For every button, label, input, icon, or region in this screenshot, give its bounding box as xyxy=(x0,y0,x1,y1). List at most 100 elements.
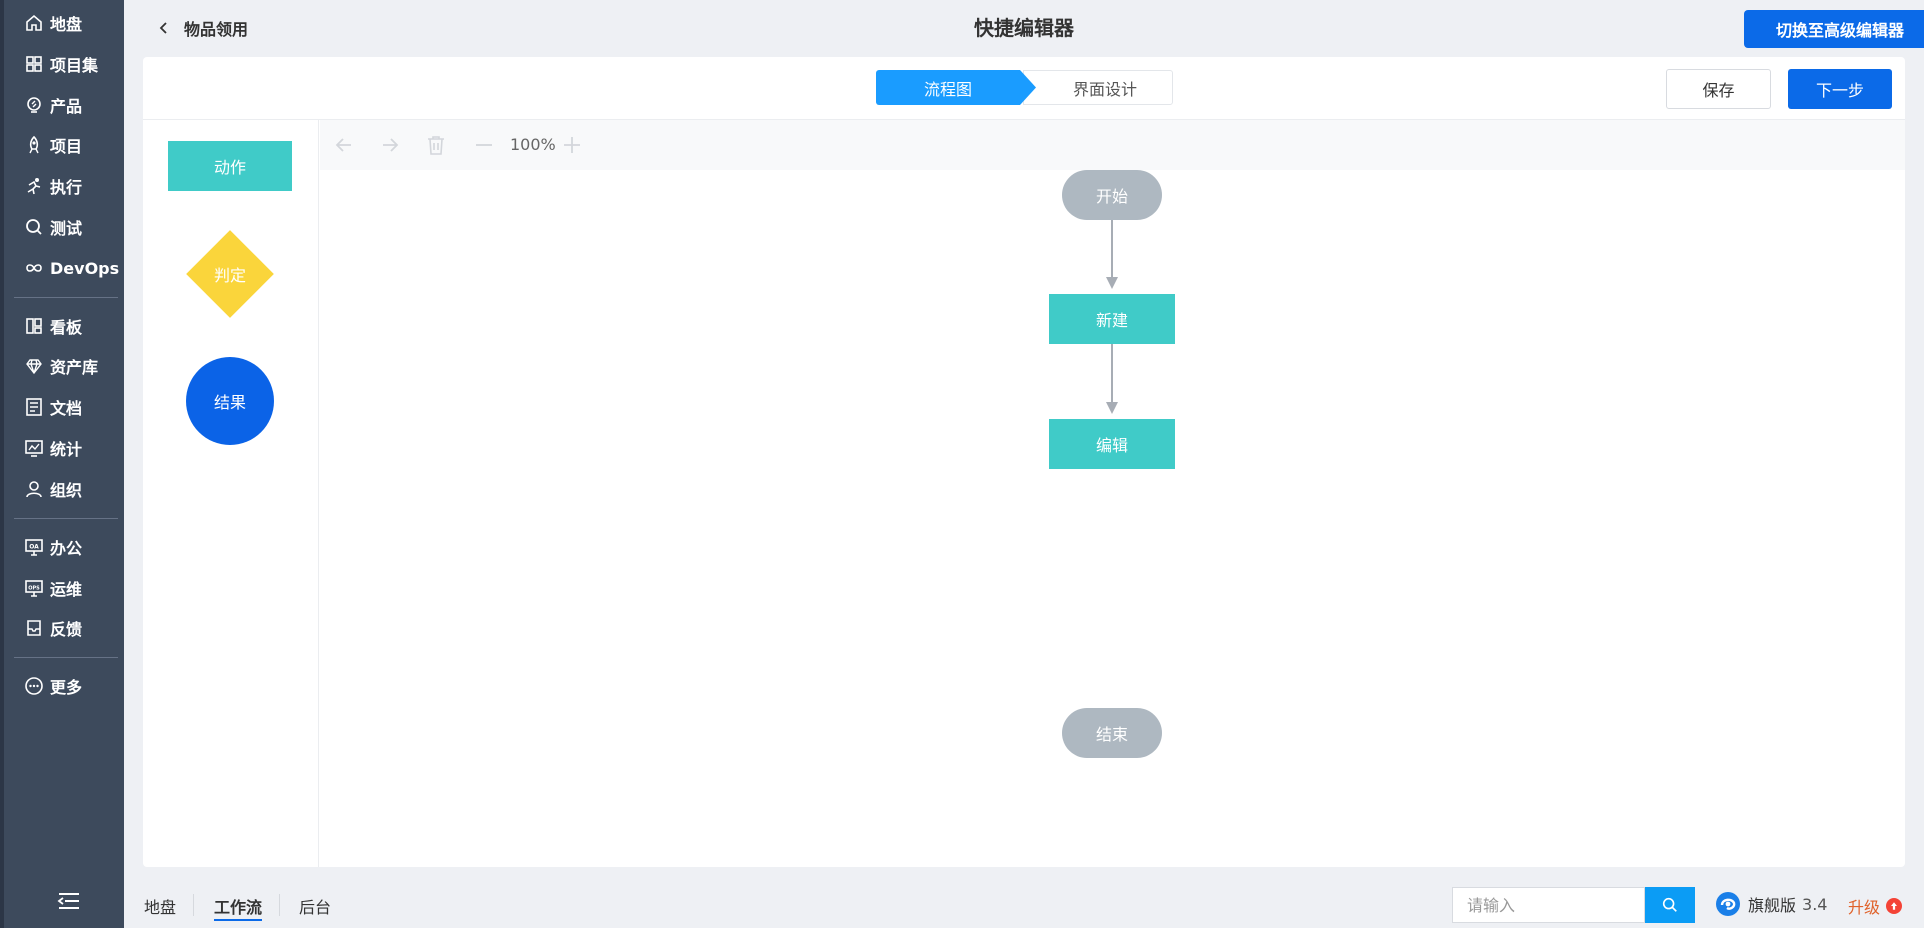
flow-node-start[interactable]: 开始 xyxy=(1062,170,1162,220)
collapse-sidebar-icon[interactable] xyxy=(56,890,82,912)
home-icon xyxy=(24,13,44,33)
feedback-icon xyxy=(24,618,44,638)
tab-flowchart[interactable]: 流程图 xyxy=(876,70,1036,105)
edition-name: 旗舰版 xyxy=(1748,896,1797,915)
footer-tab-dashboard[interactable]: 地盘 xyxy=(144,894,176,918)
sidebar-item-label: 项目 xyxy=(50,137,83,156)
sidebar: 地盘 项目集 产品 项目 执行 测试 DevOps 看板 资产库 文档 统计 组… xyxy=(0,0,124,928)
switch-advanced-editor-button[interactable]: 切换至高级编辑器 xyxy=(1744,10,1924,48)
tab-ui-design[interactable]: 界面设计 xyxy=(1023,70,1173,105)
sidebar-item-organization[interactable]: 组织 xyxy=(8,469,124,509)
header: 物品领用 快捷编辑器 切换至高级编辑器 xyxy=(124,0,1924,56)
sidebar-item-label: 办公 xyxy=(50,539,83,558)
sidebar-item-product[interactable]: 产品 xyxy=(8,85,124,125)
sidebar-divider xyxy=(14,657,118,658)
shape-palette: 动作 判定 结果 xyxy=(143,120,319,867)
decision-label: 判定 xyxy=(213,266,246,285)
search-icon xyxy=(24,217,44,237)
sidebar-item-label: 测试 xyxy=(50,219,83,238)
flow-node-end[interactable]: 结束 xyxy=(1062,708,1162,758)
sidebar-item-label: 运维 xyxy=(50,580,83,599)
chart-icon xyxy=(24,438,44,458)
sidebar-item-label: 资产库 xyxy=(50,358,99,377)
flow-canvas[interactable]: 开始 新建 编辑 结束 xyxy=(320,170,1905,867)
search-button[interactable] xyxy=(1645,887,1695,923)
palette-result-shape[interactable]: 结果 xyxy=(186,357,274,445)
sidebar-divider xyxy=(14,518,118,519)
grid-icon xyxy=(24,54,44,74)
flow-node-create[interactable]: 新建 xyxy=(1049,294,1175,344)
upgrade-label: 升级 xyxy=(1848,898,1881,917)
sidebar-item-label: 产品 xyxy=(50,97,83,116)
sidebar-item-docs[interactable]: 文档 xyxy=(8,387,124,427)
sidebar-item-office[interactable]: OA 办公 xyxy=(8,527,124,567)
sidebar-item-test[interactable]: 测试 xyxy=(8,207,124,247)
sidebar-item-label: 地盘 xyxy=(50,15,83,34)
redo-icon[interactable] xyxy=(378,133,402,157)
infinity-icon xyxy=(24,258,44,278)
footer-tab-admin[interactable]: 后台 xyxy=(299,894,331,918)
tab-label: 流程图 xyxy=(923,79,972,99)
editor-panel: 界面设计 流程图 保存 下一步 动作 判定 结果 100% 开始 新建 编辑 结… xyxy=(143,57,1905,867)
footer-divider xyxy=(193,894,194,916)
brand-logo-icon xyxy=(1716,892,1740,916)
sidebar-divider xyxy=(14,297,118,298)
flow-node-edit[interactable]: 编辑 xyxy=(1049,419,1175,469)
sidebar-item-label: 文档 xyxy=(50,399,83,418)
undo-icon[interactable] xyxy=(332,133,356,157)
trash-icon[interactable] xyxy=(424,133,448,157)
more-icon xyxy=(24,676,44,696)
sidebar-item-program[interactable]: 项目集 xyxy=(8,44,124,84)
sidebar-item-statistics[interactable]: 统计 xyxy=(8,428,124,468)
next-step-button[interactable]: 下一步 xyxy=(1788,69,1892,109)
search-input[interactable] xyxy=(1452,887,1645,923)
search-icon xyxy=(1662,897,1677,912)
flow-edges xyxy=(1106,220,1118,414)
sidebar-item-dashboard[interactable]: 地盘 xyxy=(8,3,124,43)
sidebar-item-label: 反馈 xyxy=(50,620,83,639)
doc-icon xyxy=(24,397,44,417)
save-button[interactable]: 保存 xyxy=(1666,69,1771,109)
sidebar-item-project[interactable]: 项目 xyxy=(8,125,124,165)
tab-label: 界面设计 xyxy=(1072,79,1137,99)
zoom-in-icon[interactable] xyxy=(560,133,584,157)
page-title: 快捷编辑器 xyxy=(974,16,1074,40)
oa-icon: OA xyxy=(24,537,44,557)
sidebar-item-label: 看板 xyxy=(50,318,83,337)
sidebar-item-assets[interactable]: 资产库 xyxy=(8,346,124,386)
sidebar-item-label: 组织 xyxy=(50,481,83,500)
svg-text:OPS: OPS xyxy=(28,586,40,592)
sidebar-item-ops[interactable]: OPS 运维 xyxy=(8,568,124,608)
sidebar-item-label: 更多 xyxy=(50,678,83,697)
zoom-out-icon[interactable] xyxy=(472,133,496,157)
palette-action-shape[interactable]: 动作 xyxy=(168,141,292,191)
footer-tab-workflow[interactable]: 工作流 xyxy=(214,894,263,921)
palette-decision-shape[interactable]: 判定 xyxy=(186,230,274,318)
sidebar-item-devops[interactable]: DevOps xyxy=(8,248,124,288)
footer-bar: 地盘 工作流 后台 旗舰版 3.4 升级 xyxy=(124,880,1924,928)
edition-info[interactable]: 旗舰版 3.4 xyxy=(1714,890,1827,918)
user-icon xyxy=(24,479,44,499)
panel-top-bar: 界面设计 流程图 保存 下一步 xyxy=(143,57,1905,120)
sidebar-item-more[interactable]: 更多 xyxy=(8,666,124,706)
sidebar-item-label: DevOps xyxy=(50,258,120,278)
ops-icon: OPS xyxy=(24,578,44,598)
zoom-level: 100% xyxy=(510,135,556,154)
diamond-icon xyxy=(24,356,44,376)
sidebar-item-kanban[interactable]: 看板 xyxy=(8,306,124,346)
rocket-icon xyxy=(24,135,44,155)
sidebar-item-execution[interactable]: 执行 xyxy=(8,166,124,206)
edition-version: 3.4 xyxy=(1802,894,1828,914)
arrow-up-icon xyxy=(1886,898,1903,914)
sidebar-item-label: 执行 xyxy=(50,178,83,197)
run-icon xyxy=(24,176,44,196)
sidebar-item-feedback[interactable]: 反馈 xyxy=(8,608,124,648)
canvas-toolbar: 100% xyxy=(320,120,1905,170)
svg-text:OA: OA xyxy=(29,544,39,551)
upgrade-link[interactable]: 升级 xyxy=(1848,894,1903,918)
sidebar-item-label: 项目集 xyxy=(50,56,99,75)
kanban-icon xyxy=(24,316,44,336)
sidebar-item-label: 统计 xyxy=(50,440,83,459)
footer-divider xyxy=(279,894,280,916)
bulb-icon xyxy=(24,95,44,115)
